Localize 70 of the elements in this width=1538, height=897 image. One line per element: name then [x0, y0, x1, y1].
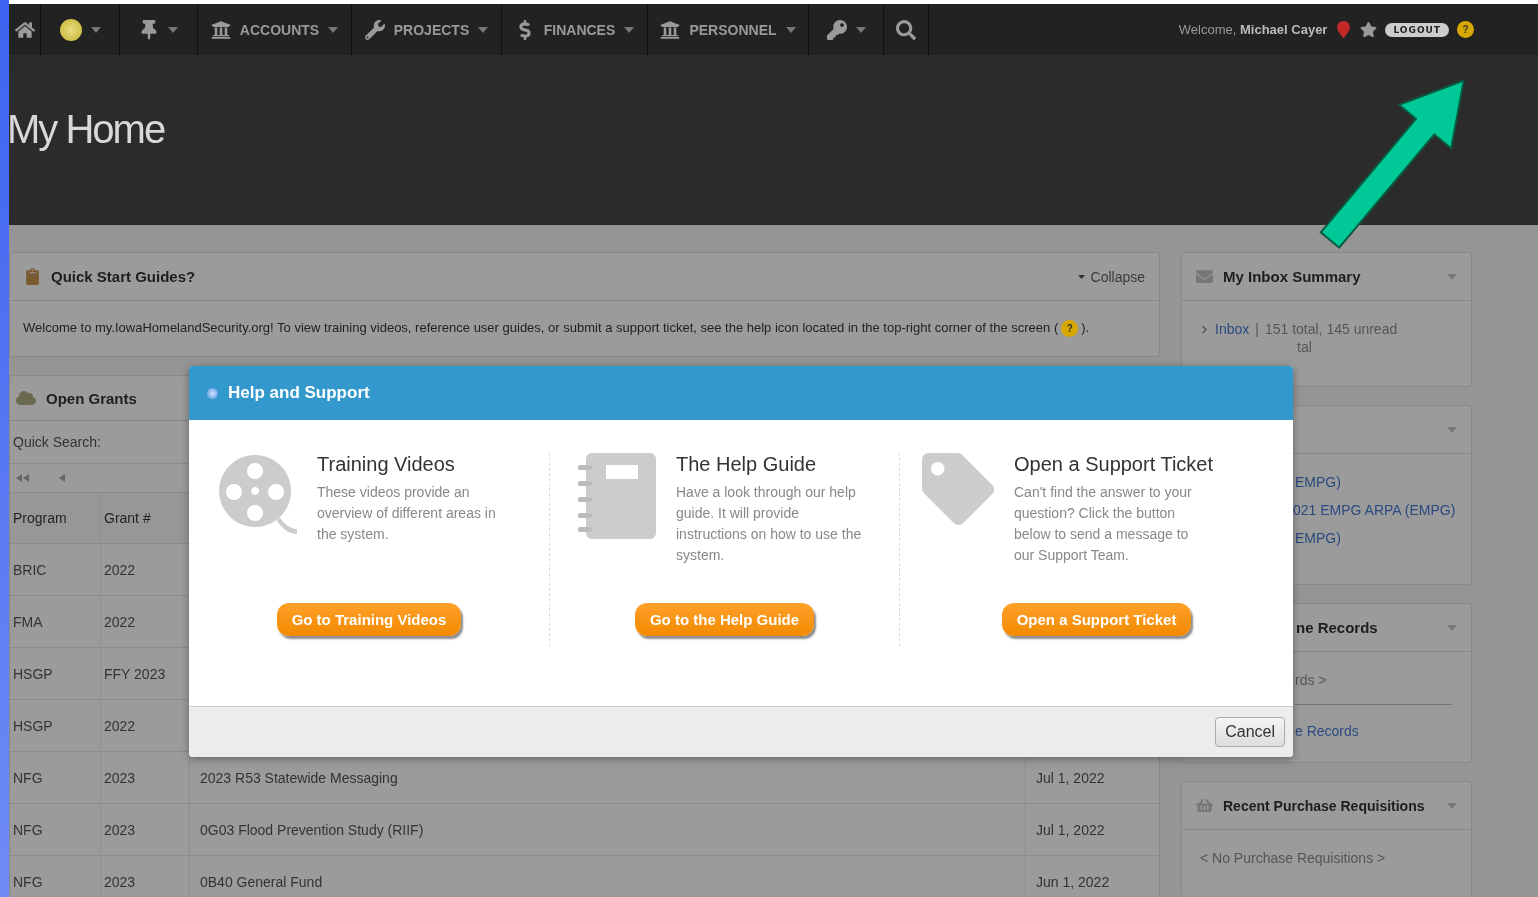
- dialog-icon: [207, 387, 218, 399]
- table-cell: Jun 1, 2022: [1036, 873, 1110, 890]
- table-cell: BRIC: [10, 544, 101, 596]
- star-icon[interactable]: [1360, 21, 1378, 38]
- envelope-icon: [1196, 268, 1213, 285]
- logout-button[interactable]: LOGOUT: [1385, 22, 1449, 37]
- option-title: The Help Guide: [676, 453, 818, 476]
- table-cell: HSGP: [10, 648, 101, 700]
- separator: |: [1255, 321, 1259, 337]
- inbox-count: 151 total, 145 unread: [1264, 321, 1398, 337]
- table-cell: NFG: [10, 752, 101, 804]
- caret-icon: [1447, 624, 1457, 631]
- records-note: rds >: [1295, 672, 1452, 705]
- map-marker-icon[interactable]: [1335, 21, 1353, 38]
- requisitions-note: < No Purchase Requisitions >: [1200, 850, 1387, 866]
- help-button[interactable]: ?: [1457, 21, 1474, 38]
- table-cell: 0B40 General Fund: [200, 873, 323, 890]
- cancel-button[interactable]: Cancel: [1215, 717, 1285, 747]
- caret-icon: [1447, 426, 1457, 433]
- option-title: Training Videos: [317, 453, 456, 476]
- wrench-icon: [364, 19, 385, 40]
- option-description: Can't find the answer to your question? Click the button below to send a message to our Support Team.: [1014, 483, 1193, 565]
- pin-icon[interactable]: [139, 19, 159, 40]
- table-cell: Jul 1, 2022: [1036, 769, 1105, 786]
- search-icon[interactable]: [896, 19, 916, 40]
- grant-link[interactable]: EMPG): [1295, 474, 1457, 490]
- quick-search-label: Quick Search:: [12, 434, 101, 451]
- table-cell: 2023: [101, 804, 190, 856]
- panel-title: Quick Start Guides?: [51, 268, 196, 285]
- bank-icon: [210, 19, 231, 40]
- dialog-title: Help and Support: [228, 383, 370, 403]
- table-cell: NFG: [10, 856, 101, 897]
- basket-icon: [1196, 797, 1213, 814]
- clipboard-icon: [24, 268, 41, 285]
- bank-icon: [660, 19, 681, 40]
- panel-title: My Inbox Summary: [1223, 268, 1361, 285]
- option-description: Have a look through our help guide. It will provide instructions on how to use the system.: [676, 483, 863, 565]
- option-description: These videos provide an overview of different areas in the system.: [317, 483, 497, 544]
- panel-title: ne Records: [1296, 619, 1378, 636]
- chevron-right-icon: [1200, 324, 1209, 334]
- table-cell: HSGP: [10, 700, 101, 752]
- grant-link[interactable]: EMPG): [1295, 530, 1457, 546]
- panel-title: Recent Purchase Requisitions: [1223, 797, 1425, 814]
- collapse-toggle[interactable]: Collapse: [1077, 268, 1145, 285]
- caret-icon: [1447, 802, 1457, 809]
- status-icon[interactable]: [59, 18, 82, 41]
- tag-icon: [922, 453, 994, 525]
- grant-link[interactable]: 021 EMPG ARPA (EMPG): [1293, 502, 1457, 518]
- caret-icon: [1077, 273, 1085, 280]
- key-icon[interactable]: [826, 19, 847, 40]
- drafts-count: tal: [1296, 341, 1313, 353]
- welcome-text: Welcome, Michael Cayer: [1178, 22, 1328, 37]
- panel-title: Open Grants: [46, 389, 137, 407]
- column-header[interactable]: Grant #: [101, 493, 190, 544]
- home-icon[interactable]: [14, 19, 35, 40]
- table-cell: FMA: [10, 596, 101, 648]
- table-cell: 2023 R53 Statewide Messaging: [200, 769, 398, 786]
- table-cell: 2023: [101, 856, 190, 897]
- inbox-link[interactable]: Inbox: [1215, 321, 1250, 337]
- records-link[interactable]: e Records: [1295, 723, 1457, 739]
- table-cell: NFG: [10, 804, 101, 856]
- column-header[interactable]: Program: [10, 493, 101, 544]
- table-cell: Jul 1, 2022: [1036, 821, 1105, 838]
- film-reel-icon: [217, 453, 297, 535]
- notebook-icon: [578, 453, 656, 539]
- page-title: My Home: [7, 106, 165, 152]
- table-cell: 0G03 Flood Prevention Study (RIIF): [200, 821, 424, 838]
- option-title: Open a Support Ticket: [1014, 453, 1213, 476]
- caret-icon: [1447, 273, 1457, 280]
- welcome-message: Welcome to my.IowaHomelandSecurity.org! To view training videos, reference user guides, or submit a support ticket, see the help icon located in the top-right corner of the screen ( ? ).: [10, 301, 1159, 357]
